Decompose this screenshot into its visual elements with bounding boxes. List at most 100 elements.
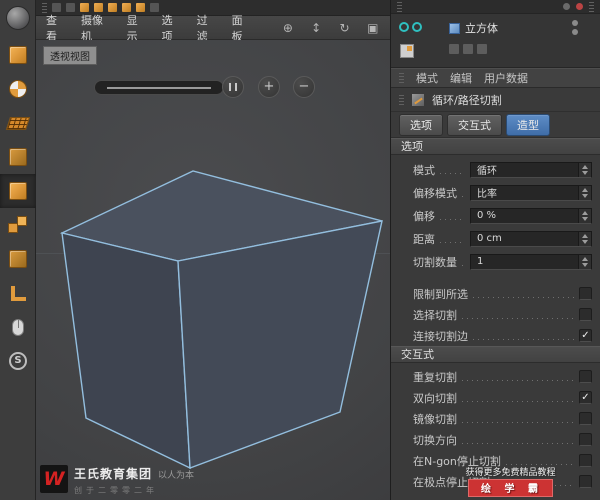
object-row[interactable]: 立方体	[449, 20, 498, 36]
check-row-repeat-cut: 重复切割	[391, 366, 600, 387]
field-label: 模式	[413, 163, 435, 177]
mode-menu[interactable]: 模式	[416, 70, 438, 86]
field-row-cut-count: 切割数量 1	[391, 250, 600, 273]
spinner-arrows-icon[interactable]	[578, 208, 591, 223]
field-value[interactable]: 0 cm	[471, 233, 578, 244]
check-row-stop-pole: 在极点停止切割	[391, 471, 600, 492]
loop-cut-tool-icon	[411, 92, 425, 107]
drag-grip-icon[interactable]	[397, 1, 402, 12]
panel-dot-icon[interactable]	[576, 3, 583, 10]
select-cut-checkbox[interactable]	[579, 308, 592, 321]
object-manager-header	[391, 0, 600, 14]
cube-array-icon	[8, 216, 28, 234]
mode-bar: 模式 编辑 用户数据	[391, 68, 600, 88]
cube-mesh[interactable]	[36, 40, 390, 500]
drag-grip-icon[interactable]	[399, 73, 404, 83]
visibility-dots[interactable]	[572, 20, 578, 35]
panel-dot-icon[interactable]	[563, 3, 570, 10]
tool-snap[interactable]: S	[0, 344, 36, 378]
leader-dots	[495, 485, 574, 486]
dropdown-value: 循环	[477, 166, 497, 177]
field-label: 偏移模式	[413, 186, 457, 200]
tab-interactive[interactable]: 交互式	[447, 113, 502, 136]
tag-icon[interactable]	[463, 44, 473, 54]
zoom-icon[interactable]: ↕	[309, 21, 323, 35]
menu-panel[interactable]: 面板	[232, 12, 253, 44]
tool-array[interactable]	[0, 208, 36, 242]
tool-sphere[interactable]	[0, 72, 36, 106]
section-header-interactive[interactable]: 交互式	[391, 346, 600, 363]
field-row-distance: 距离 0 cm	[391, 227, 600, 250]
cut-count-input[interactable]: 1	[470, 253, 592, 270]
check-label: 双向切割	[413, 391, 457, 405]
restrict-checkbox[interactable]	[579, 287, 592, 300]
menu-filter[interactable]: 过滤	[197, 12, 218, 44]
attribute-panel: 立方体 模式 编辑 用户数据 循环/路径切割 选项 交互式 造型 选项 模式 循…	[390, 0, 600, 500]
rotate-icon[interactable]: ↻	[337, 21, 351, 35]
toolbar-icon[interactable]	[66, 3, 75, 12]
tool-cube-outline[interactable]	[0, 140, 36, 174]
field-value[interactable]: 1	[471, 256, 578, 267]
tool-mouse[interactable]	[0, 310, 36, 344]
cube-icon	[9, 182, 27, 200]
tool-spline[interactable]	[0, 276, 36, 310]
connect-edges-checkbox[interactable]: ✓	[579, 329, 592, 342]
layout-icon[interactable]	[400, 44, 414, 58]
brand-logo: W	[40, 465, 68, 493]
check-row-stop-ngon: 在N-gon停止切割	[391, 450, 600, 471]
leader-dots	[440, 242, 465, 243]
spinner-arrows-icon[interactable]	[578, 254, 591, 269]
leader-dots	[462, 196, 465, 197]
switch-direction-checkbox[interactable]	[579, 433, 592, 446]
object-name[interactable]: 立方体	[465, 20, 498, 36]
perspective-viewport[interactable]: 透视视图 + − W 王氏教育集团 以人为本 创于二零零二年	[36, 40, 390, 500]
offset-input[interactable]: 0 %	[470, 207, 592, 224]
field-label: 距离	[413, 232, 435, 246]
tool-polygon-cube[interactable]	[0, 242, 36, 276]
check-label: 连接切割边	[413, 329, 468, 343]
toggle-view-icon[interactable]: ▣	[366, 21, 380, 35]
offset-mode-dropdown[interactable]: 比率	[470, 184, 592, 201]
render-view-icon[interactable]	[399, 22, 425, 35]
stop-ngon-checkbox[interactable]	[579, 454, 592, 467]
check-row-select-cut: 选择切割	[391, 304, 600, 325]
bidirectional-checkbox[interactable]: ✓	[579, 391, 592, 404]
section-header-options[interactable]: 选项	[391, 138, 600, 155]
mirror-cut-checkbox[interactable]	[579, 412, 592, 425]
leader-dots	[462, 422, 574, 423]
field-row-offset: 偏移 0 %	[391, 204, 600, 227]
leader-dots	[473, 297, 574, 298]
world-globe-icon[interactable]	[5, 6, 30, 30]
menu-display[interactable]: 显示	[127, 12, 148, 44]
leader-dots	[440, 173, 465, 174]
edit-menu[interactable]: 编辑	[450, 70, 472, 86]
tab-options[interactable]: 选项	[399, 113, 443, 136]
drag-grip-icon[interactable]	[589, 1, 594, 12]
menu-view[interactable]: 查看	[46, 12, 67, 44]
dropdown-arrows-icon[interactable]	[578, 162, 591, 177]
visibility-dot-icon[interactable]	[572, 29, 578, 35]
visibility-dot-icon[interactable]	[572, 20, 578, 26]
tab-modeling[interactable]: 造型	[506, 113, 550, 136]
pan-icon[interactable]: ⊕	[281, 21, 295, 35]
field-value[interactable]: 0 %	[471, 210, 578, 221]
s-circle-icon: S	[9, 352, 27, 370]
tool-cube-active[interactable]	[0, 174, 36, 208]
tool-cube[interactable]	[0, 38, 36, 72]
dropdown-arrows-icon[interactable]	[578, 185, 591, 200]
tag-icon[interactable]	[477, 44, 487, 54]
distance-input[interactable]: 0 cm	[470, 230, 592, 247]
drag-grip-icon[interactable]	[399, 94, 404, 105]
tool-plane[interactable]	[0, 106, 36, 140]
mode-dropdown[interactable]: 循环	[470, 161, 592, 178]
menu-options[interactable]: 选项	[162, 12, 183, 44]
toolbar-icon[interactable]	[150, 3, 159, 12]
stop-pole-checkbox[interactable]	[579, 475, 592, 488]
leader-dots	[462, 401, 574, 402]
tag-icon[interactable]	[449, 44, 459, 54]
userdata-menu[interactable]: 用户数据	[484, 70, 528, 86]
repeat-cut-checkbox[interactable]	[579, 370, 592, 383]
spinner-arrows-icon[interactable]	[578, 231, 591, 246]
menu-camera[interactable]: 摄像机	[81, 12, 113, 44]
object-tag-icons	[449, 44, 487, 54]
